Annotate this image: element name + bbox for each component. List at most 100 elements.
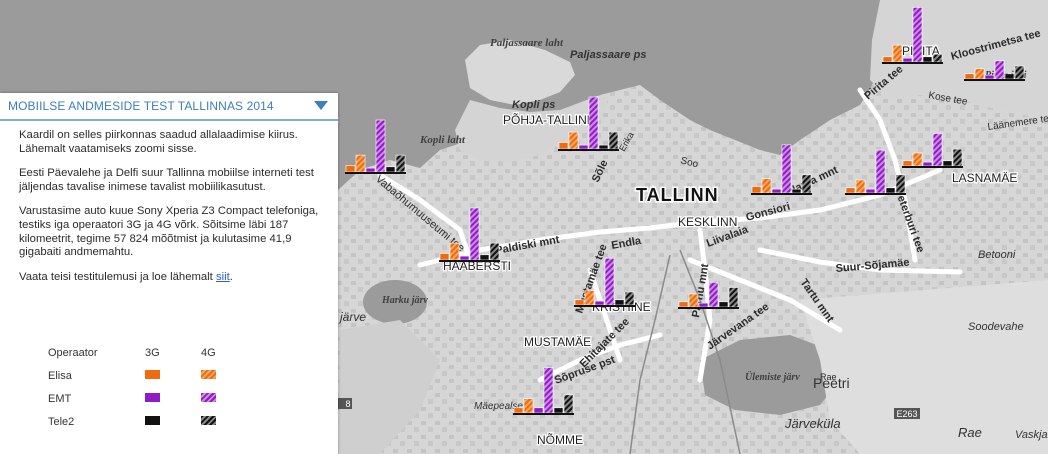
chart-baseline xyxy=(751,193,812,195)
bar xyxy=(801,174,812,194)
bar xyxy=(791,188,802,194)
bar xyxy=(845,187,856,194)
bar xyxy=(728,287,739,308)
bar xyxy=(385,166,396,173)
bar xyxy=(533,407,544,414)
legend-header-operator: Operaator xyxy=(48,347,98,359)
water-label: Harku järv xyxy=(381,295,428,306)
bar xyxy=(568,131,579,150)
place-label: järve xyxy=(338,310,366,324)
city-label: TALLINN xyxy=(636,185,719,205)
bar xyxy=(375,119,386,173)
chart-baseline xyxy=(964,79,1025,81)
place-label: Paljassaare ps xyxy=(570,49,646,61)
district-label: PÕHJA-TALLINN xyxy=(503,112,595,127)
legend-swatch-4g xyxy=(201,370,216,379)
chart-baseline xyxy=(882,62,943,64)
more-suffix: . xyxy=(229,270,233,283)
bar xyxy=(912,152,923,167)
chart-baseline xyxy=(513,413,574,415)
bar xyxy=(922,56,933,63)
chart-baseline xyxy=(678,307,739,309)
bar xyxy=(994,60,1005,80)
bar xyxy=(345,165,356,173)
bar xyxy=(932,53,943,63)
chevron-down-icon[interactable] xyxy=(314,101,328,110)
street-label: Rae xyxy=(820,372,837,382)
bar xyxy=(439,253,450,261)
info-panel: MOBIILSE ANDMESIDE TEST TALLINNAS 2014 K… xyxy=(0,93,338,454)
bar xyxy=(964,73,975,80)
bar xyxy=(574,299,585,306)
bar xyxy=(543,367,554,414)
bar xyxy=(885,187,896,194)
legend-swatch-4g xyxy=(201,416,216,425)
bar xyxy=(882,56,893,63)
water-label: Paljassaare laht xyxy=(490,37,564,49)
panel-body: Kaardil on selles piirkonnas saadud alla… xyxy=(0,121,338,284)
water-label: Ülemiste järv xyxy=(745,370,800,383)
bar xyxy=(952,148,963,167)
legend-operator-name: EMT xyxy=(48,393,72,405)
bar xyxy=(563,394,574,414)
panel-paragraph: Varustasime auto kuue Sony Xperia Z3 Com… xyxy=(19,205,319,259)
panel-header[interactable]: MOBIILSE ANDMESIDE TEST TALLINNAS 2014 xyxy=(0,93,338,121)
chart-baseline xyxy=(845,193,906,195)
bar xyxy=(469,207,480,261)
bar xyxy=(865,188,876,194)
bar xyxy=(553,407,564,414)
district-label: LASNAMÄE xyxy=(952,171,1017,185)
bar xyxy=(902,160,913,167)
bar xyxy=(558,142,569,150)
bar xyxy=(984,74,995,80)
chart-baseline xyxy=(345,172,406,174)
place-label: Järveküla xyxy=(784,416,841,431)
bar xyxy=(892,44,903,63)
road-badge: E263 xyxy=(896,409,917,419)
chart-baseline xyxy=(574,305,635,307)
bar xyxy=(513,407,524,414)
bar xyxy=(365,167,376,173)
legend-operator-name: Elisa xyxy=(48,370,72,382)
water-label: Kopli laht xyxy=(419,134,466,146)
bar xyxy=(932,133,943,167)
bar xyxy=(895,174,906,194)
legend-swatch-3g xyxy=(145,370,160,379)
bar xyxy=(523,398,534,414)
place-label: Vaskjala xyxy=(1015,429,1048,441)
place-label: Betooni xyxy=(978,249,1016,261)
bar xyxy=(614,299,625,306)
bar xyxy=(771,188,782,194)
place-label: Soodevahe xyxy=(968,321,1024,333)
bar xyxy=(479,254,490,261)
bar xyxy=(875,149,886,194)
road-badge: 8 xyxy=(345,399,350,409)
bar xyxy=(708,281,719,308)
bar xyxy=(395,154,406,173)
bar xyxy=(718,301,729,308)
more-link[interactable]: siit xyxy=(216,271,230,283)
bar xyxy=(922,161,933,167)
bar xyxy=(584,290,595,306)
district-label: MUSTAMÄE xyxy=(524,335,591,349)
legend-operator-name: Tele2 xyxy=(48,416,75,428)
bar xyxy=(588,96,599,150)
bar xyxy=(751,186,762,194)
district-label: NÕMME xyxy=(537,432,583,447)
more-text: Vaata teisi testitulemusi ja loe lähemal… xyxy=(19,270,216,283)
place-label: Kopli ps xyxy=(512,99,555,111)
bar xyxy=(489,242,500,261)
panel-paragraph: Eesti Päevalehe ja Delfi suur Tallinna m… xyxy=(19,167,314,193)
bar xyxy=(912,7,923,63)
bar xyxy=(598,144,609,150)
legend-swatch-3g xyxy=(145,416,160,425)
bar xyxy=(449,242,460,261)
bar xyxy=(688,293,699,308)
bar xyxy=(604,257,615,306)
bar xyxy=(698,302,709,308)
legend-header-3g: 3G xyxy=(145,347,160,359)
bar xyxy=(942,160,953,167)
bar xyxy=(855,179,866,194)
bar xyxy=(761,178,772,194)
bar xyxy=(578,144,589,150)
